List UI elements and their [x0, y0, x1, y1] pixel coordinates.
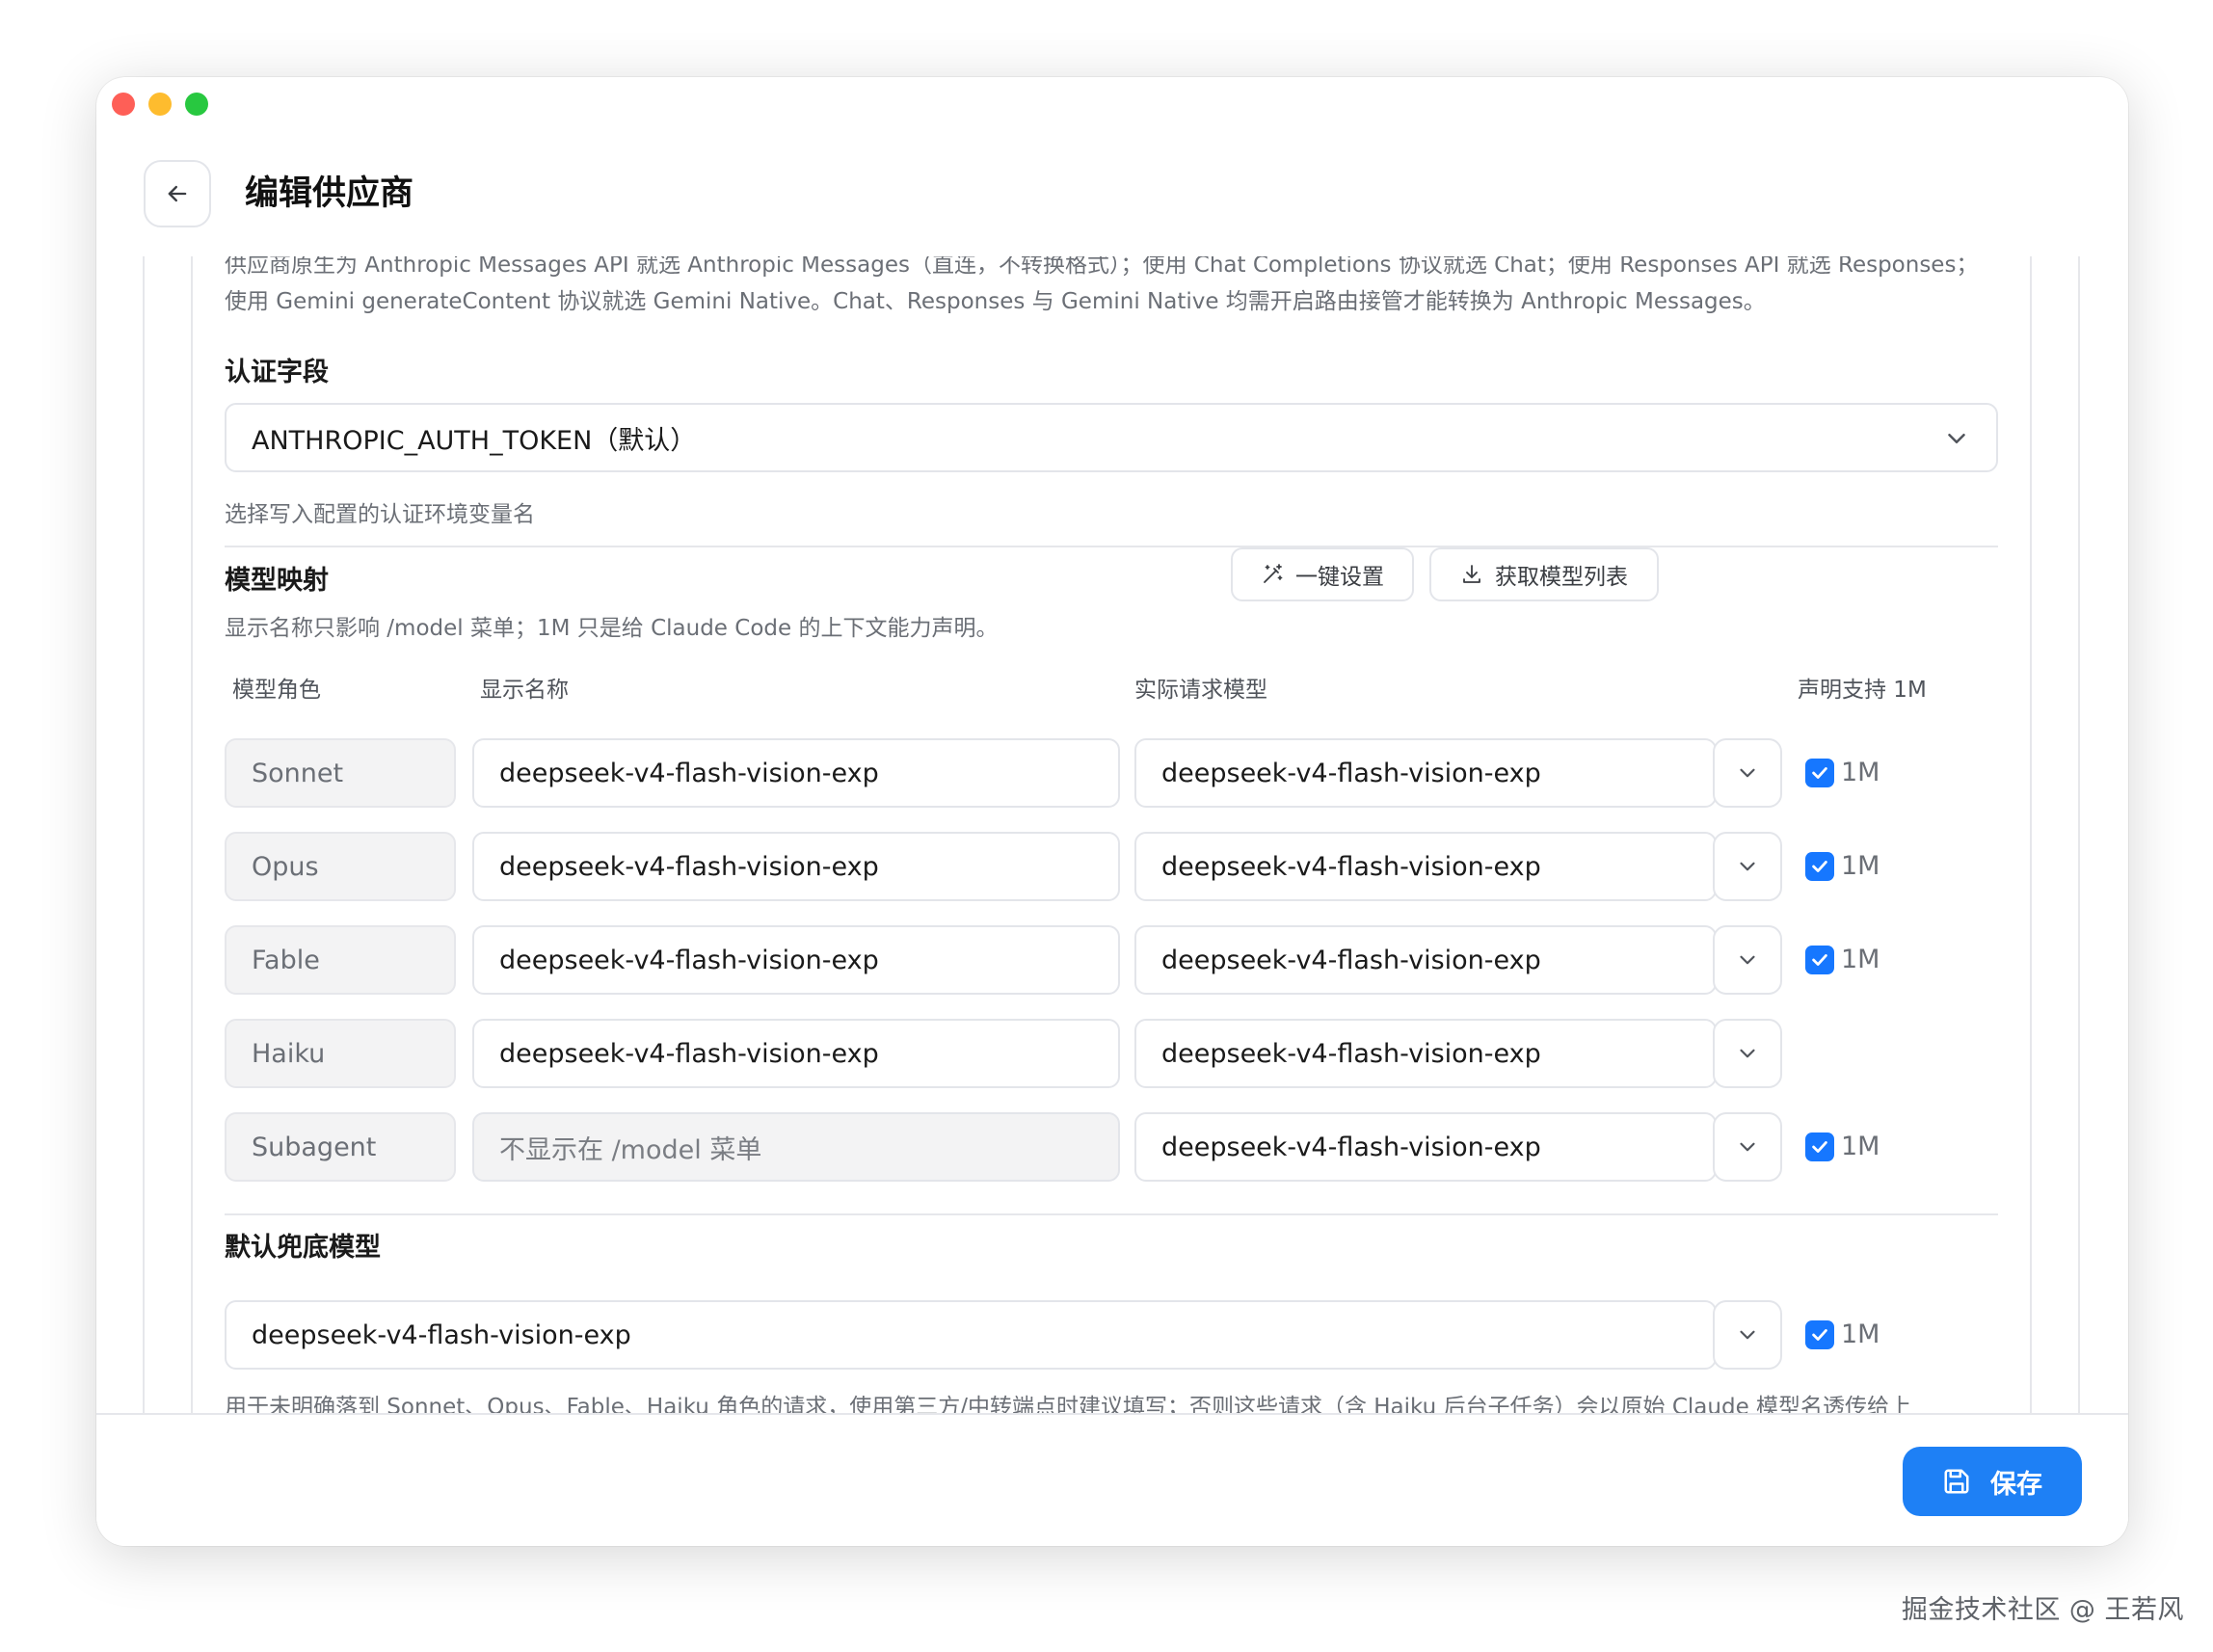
- fallback-model-dropdown-button[interactable]: [1713, 1300, 1782, 1370]
- model-dropdown-button[interactable]: [1713, 832, 1782, 901]
- fallback-model-row: deepseek-v4-flash-vision-exp 1M: [225, 1300, 1998, 1370]
- support-1m-label: 1M: [1841, 851, 1880, 881]
- mapping-row-fable: Fable deepseek-v4-flash-vision-exp deeps…: [225, 925, 1998, 995]
- display-name-input-disabled: 不显示在 /model 菜单: [472, 1112, 1120, 1182]
- mapping-row-sonnet: Sonnet deepseek-v4-flash-vision-exp deep…: [225, 738, 1998, 808]
- column-header-role: 模型角色: [232, 678, 321, 703]
- download-icon: [1463, 565, 1480, 583]
- auth-field-selected-value: ANTHROPIC_AUTH_TOKEN（默认）: [252, 425, 697, 456]
- section-divider: [225, 546, 1998, 547]
- mapping-row-opus: Opus deepseek-v4-flash-vision-exp deepse…: [225, 832, 1998, 901]
- display-name-input[interactable]: deepseek-v4-flash-vision-exp: [472, 738, 1120, 808]
- minimize-window-button[interactable]: [148, 93, 172, 116]
- model-dropdown-button[interactable]: [1713, 1019, 1782, 1088]
- support-1m-label: 1M: [1841, 945, 1880, 974]
- magic-wand-icon: [1264, 564, 1283, 583]
- fallback-support-1m-checkbox[interactable]: [1805, 1320, 1834, 1349]
- one-click-setup-label: 一键设置: [1295, 565, 1384, 590]
- fetch-models-label: 获取模型列表: [1495, 565, 1628, 590]
- display-name-input[interactable]: deepseek-v4-flash-vision-exp: [472, 925, 1120, 995]
- support-1m-checkbox[interactable]: [1805, 759, 1834, 787]
- fallback-model-title: 默认兜底模型: [225, 1233, 381, 1263]
- form-scroll-area[interactable]: 供应商原生为 Anthropic Messages API 就选 Anthrop…: [143, 256, 2080, 1490]
- one-click-setup-button[interactable]: 一键设置: [1231, 547, 1414, 601]
- display-name-input[interactable]: deepseek-v4-flash-vision-exp: [472, 1019, 1120, 1088]
- page-title: 编辑供应商: [245, 174, 414, 213]
- fallback-model-input[interactable]: deepseek-v4-flash-vision-exp: [225, 1300, 1717, 1370]
- model-dropdown-button[interactable]: [1713, 1112, 1782, 1182]
- model-role-field: Sonnet: [225, 738, 456, 808]
- checkmark-icon: [1812, 954, 1827, 966]
- model-dropdown-button[interactable]: [1713, 738, 1782, 808]
- support-1m-label: 1M: [1841, 1132, 1880, 1161]
- footer-bar: 保存: [96, 1413, 2128, 1546]
- actual-model-input[interactable]: deepseek-v4-flash-vision-exp: [1134, 738, 1717, 808]
- auth-field-title: 认证字段: [225, 358, 329, 387]
- section-divider: [225, 1213, 1998, 1215]
- chevron-down-icon: [1948, 434, 1965, 443]
- model-role-field: Opus: [225, 832, 456, 901]
- mapping-row-subagent: Subagent 不显示在 /model 菜单 deepseek-v4-flas…: [225, 1112, 1998, 1182]
- fallback-support-1m-label: 1M: [1841, 1319, 1880, 1349]
- watermark-text: 掘金技术社区 @ 王若风: [1901, 1595, 2184, 1625]
- auth-field-select[interactable]: ANTHROPIC_AUTH_TOKEN（默认）: [225, 403, 1998, 472]
- chevron-down-icon: [1740, 1142, 1755, 1152]
- chevron-down-icon: [1740, 1049, 1755, 1058]
- mapping-row-haiku: Haiku deepseek-v4-flash-vision-exp deeps…: [225, 1019, 1998, 1088]
- save-button[interactable]: 保存: [1903, 1447, 2082, 1516]
- auth-field-hint: 选择写入配置的认证环境变量名: [225, 502, 535, 527]
- arrow-left-icon: [168, 185, 187, 202]
- editor-window: 编辑供应商 供应商原生为 Anthropic Messages API 就选 A…: [96, 77, 2128, 1546]
- chevron-down-icon: [1740, 768, 1755, 778]
- floppy-disk-icon: [1944, 1469, 1969, 1494]
- fetch-models-button[interactable]: 获取模型列表: [1429, 547, 1659, 601]
- chevron-down-icon: [1740, 1330, 1755, 1340]
- model-role-field: Fable: [225, 925, 456, 995]
- model-mapping-hint: 显示名称只影响 /model 菜单；1M 只是给 Claude Code 的上下…: [225, 616, 999, 641]
- column-header-actual-model: 实际请求模型: [1134, 678, 1267, 703]
- chevron-down-icon: [1740, 862, 1755, 871]
- support-1m-checkbox[interactable]: [1805, 852, 1834, 881]
- display-name-input[interactable]: deepseek-v4-flash-vision-exp: [472, 832, 1120, 901]
- column-header-display-name: 显示名称: [480, 678, 569, 703]
- checkmark-icon: [1812, 1329, 1827, 1341]
- checkmark-icon: [1812, 767, 1827, 779]
- back-button[interactable]: [144, 160, 211, 227]
- model-role-field: Subagent: [225, 1112, 456, 1182]
- support-1m-checkbox[interactable]: [1805, 946, 1834, 974]
- actual-model-input[interactable]: deepseek-v4-flash-vision-exp: [1134, 832, 1717, 901]
- column-header-support-1m: 声明支持 1M: [1798, 678, 1927, 703]
- actual-model-input[interactable]: deepseek-v4-flash-vision-exp: [1134, 1112, 1717, 1182]
- checkmark-icon: [1812, 1141, 1827, 1153]
- maximize-window-button[interactable]: [185, 93, 208, 116]
- model-dropdown-button[interactable]: [1713, 925, 1782, 995]
- checkmark-icon: [1812, 861, 1827, 872]
- close-window-button[interactable]: [112, 93, 135, 116]
- save-button-label: 保存: [1990, 1469, 2042, 1500]
- actual-model-input[interactable]: deepseek-v4-flash-vision-exp: [1134, 1019, 1717, 1088]
- support-1m-checkbox[interactable]: [1805, 1132, 1834, 1161]
- traffic-lights: [112, 93, 208, 116]
- chevron-down-icon: [1740, 955, 1755, 965]
- actual-model-input[interactable]: deepseek-v4-flash-vision-exp: [1134, 925, 1717, 995]
- api-format-description: 供应商原生为 Anthropic Messages API 就选 Anthrop…: [225, 256, 1979, 314]
- model-role-field: Haiku: [225, 1019, 456, 1088]
- model-mapping-title: 模型映射: [225, 566, 329, 596]
- support-1m-label: 1M: [1841, 758, 1880, 787]
